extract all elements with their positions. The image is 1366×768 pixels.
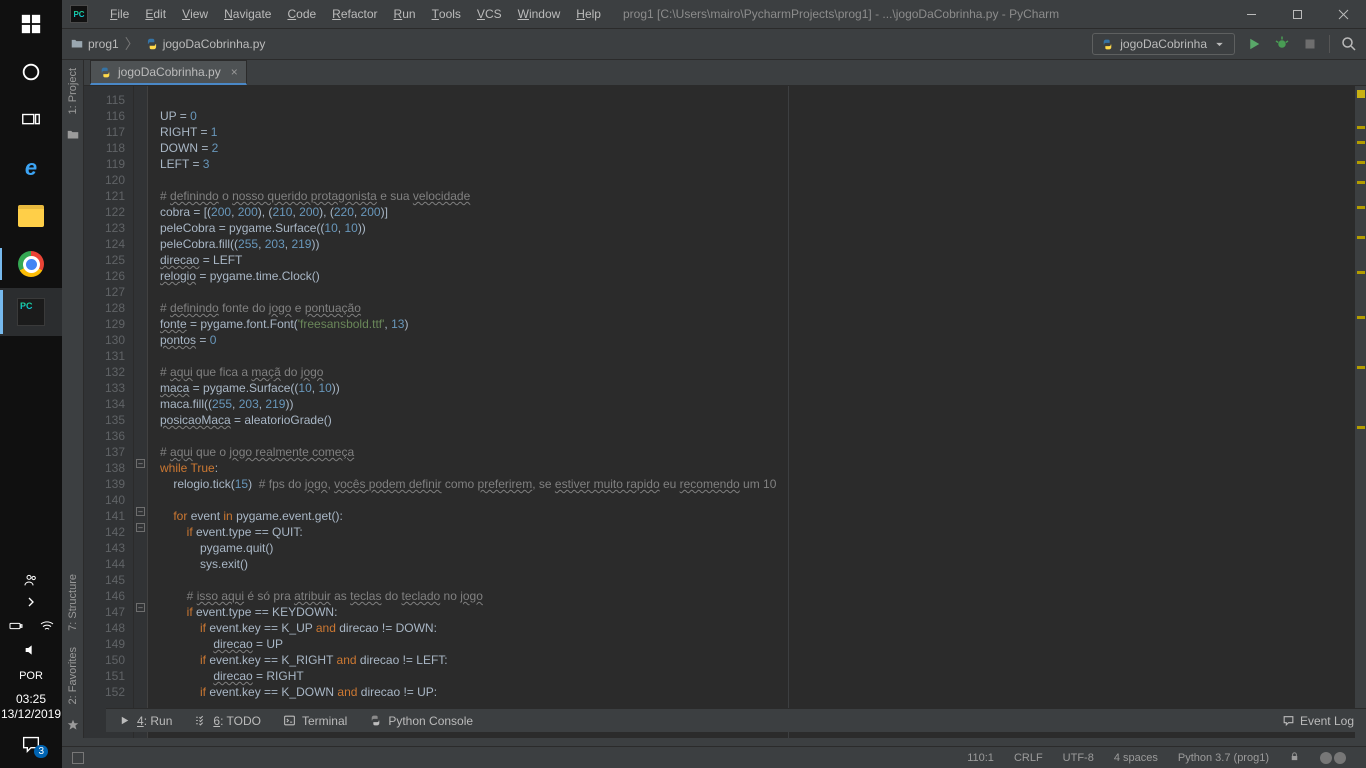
tool-event-log-label: Event Log: [1300, 714, 1354, 728]
taskbar-app-pycharm[interactable]: PC: [0, 288, 62, 336]
menu-navigate[interactable]: Navigate: [216, 0, 279, 28]
fold-gutter[interactable]: – – – –: [134, 86, 148, 738]
status-line-separator[interactable]: CRLF: [1004, 752, 1053, 764]
window-maximize-button[interactable]: [1274, 0, 1320, 28]
status-indent[interactable]: 4 spaces: [1104, 752, 1168, 764]
tray-time: 03:25: [1, 692, 61, 707]
taskbar-app-edge[interactable]: e: [0, 144, 62, 192]
menu-bar: PC FileEditViewNavigateCodeRefactorRunTo…: [62, 0, 1366, 28]
tool-window-toggle-icon[interactable]: [72, 752, 84, 764]
notification-badge: 3: [34, 745, 48, 758]
python-file-icon: [99, 66, 112, 79]
line-number-gutter[interactable]: 115 116 117 118 119 120 121 122 123 124 …: [84, 86, 134, 738]
window-minimize-button[interactable]: [1228, 0, 1274, 28]
tool-structure-tab[interactable]: 7: Structure: [67, 566, 79, 639]
status-caret-position[interactable]: 110:1: [957, 752, 1004, 764]
breadcrumb-separator-icon: 〉: [125, 34, 139, 54]
folder-icon: [70, 37, 84, 51]
run-configuration-selector[interactable]: jogoDaCobrinha: [1092, 33, 1235, 55]
tray-overflow-icon[interactable]: [23, 594, 39, 615]
menu-tools[interactable]: Tools: [424, 0, 469, 28]
menu-vcs[interactable]: VCS: [469, 0, 510, 28]
close-tab-icon[interactable]: ×: [231, 65, 238, 79]
status-bar: 110:1 CRLF UTF-8 4 spaces Python 3.7 (pr…: [62, 746, 1366, 768]
menu-code[interactable]: Code: [279, 0, 324, 28]
tool-event-log-tab[interactable]: Event Log: [1282, 714, 1354, 728]
breadcrumb-project-label: prog1: [88, 37, 119, 51]
run-configuration-label: jogoDaCobrinha: [1120, 37, 1207, 51]
start-button[interactable]: [0, 0, 62, 48]
tool-favorites-tab[interactable]: 2: Favorites: [67, 639, 79, 712]
navigation-bar: prog1 〉 jogoDaCobrinha.py jogoDaCobrinha: [62, 28, 1366, 60]
star-icon[interactable]: [66, 718, 80, 732]
breadcrumb-project[interactable]: prog1: [70, 37, 119, 51]
taskbar-app-explorer[interactable]: [0, 192, 62, 240]
tool-project-tab[interactable]: 1: Project: [67, 60, 79, 122]
status-interpreter[interactable]: Python 3.7 (prog1): [1168, 752, 1279, 764]
tool-run-tab[interactable]: 4: Run: [118, 714, 172, 728]
fold-toggle-icon[interactable]: –: [136, 459, 145, 468]
search-everywhere-button[interactable]: [1340, 35, 1358, 53]
menu-run[interactable]: Run: [386, 0, 424, 28]
status-readonly-lock-icon[interactable]: [1279, 751, 1310, 765]
python-icon: [369, 714, 382, 727]
breadcrumb-file[interactable]: jogoDaCobrinha.py: [145, 37, 266, 51]
tool-todo-tab[interactable]: 6: TODO: [194, 714, 261, 728]
window-close-button[interactable]: [1320, 0, 1366, 28]
toolbar-separator: [1329, 35, 1330, 53]
code-content[interactable]: UP = 0 RIGHT = 1 DOWN = 2 LEFT = 3 # def…: [148, 86, 1354, 738]
pycharm-window: PC FileEditViewNavigateCodeRefactorRunTo…: [62, 0, 1366, 768]
python-file-icon: [145, 37, 159, 51]
terminal-icon: [283, 714, 296, 727]
tray-volume-icon[interactable]: [23, 642, 39, 663]
checklist-icon: [194, 714, 207, 727]
status-inspections-widget[interactable]: [1310, 752, 1356, 764]
menu-edit[interactable]: Edit: [137, 0, 174, 28]
editor-tabs: jogoDaCobrinha.py ×: [84, 60, 1366, 86]
menu-file[interactable]: File: [102, 0, 137, 28]
fold-toggle-icon[interactable]: –: [136, 523, 145, 532]
tray-battery-icon[interactable]: [8, 618, 24, 639]
debug-button[interactable]: [1273, 35, 1291, 53]
cortana-button[interactable]: [0, 48, 62, 96]
tool-python-console-tab[interactable]: Python Console: [369, 714, 473, 728]
menu-help[interactable]: Help: [568, 0, 609, 28]
editor: jogoDaCobrinha.py × 115 116 117 118 119 …: [84, 60, 1366, 738]
task-view-button[interactable]: [0, 96, 62, 144]
fold-toggle-icon[interactable]: –: [136, 507, 145, 516]
stop-button[interactable]: [1301, 35, 1319, 53]
windows-taskbar: e PC POR 03:25 13/12/2019: [0, 0, 62, 768]
tray-language[interactable]: POR: [0, 664, 62, 688]
tray-wifi-icon[interactable]: [39, 618, 55, 639]
tray-people[interactable]: [0, 568, 62, 592]
left-tool-strip: 1: Project 7: Structure 2: Favorites: [62, 60, 84, 738]
menu-refactor[interactable]: Refactor: [324, 0, 385, 28]
run-button[interactable]: [1245, 35, 1263, 53]
right-margin-guide: [788, 86, 789, 738]
python-icon: [1101, 38, 1114, 51]
tray-date: 13/12/2019: [1, 707, 61, 722]
status-encoding[interactable]: UTF-8: [1053, 752, 1104, 764]
menu-window[interactable]: Window: [510, 0, 569, 28]
play-icon: [118, 714, 131, 727]
tool-python-console-label: Python Console: [388, 714, 473, 728]
breadcrumb-file-label: jogoDaCobrinha.py: [163, 37, 266, 51]
chat-bubble-icon: [1282, 714, 1295, 727]
taskbar-app-chrome[interactable]: [0, 240, 62, 288]
pycharm-logo-icon: PC: [70, 5, 88, 23]
tool-terminal-tab[interactable]: Terminal: [283, 714, 347, 728]
analysis-status-icon[interactable]: [1357, 90, 1365, 98]
window-title: prog1 [C:\Users\mairo\PycharmProjects\pr…: [623, 7, 1059, 21]
menu-view[interactable]: View: [174, 0, 216, 28]
error-stripe[interactable]: [1354, 86, 1366, 738]
folder-tool-icon[interactable]: [66, 128, 80, 142]
editor-tab-file[interactable]: jogoDaCobrinha.py ×: [90, 60, 247, 85]
chevron-down-icon: [1213, 38, 1226, 51]
editor-tab-label: jogoDaCobrinha.py: [118, 65, 221, 79]
bottom-tool-bar: 4: Run 6: TODO Terminal Python Console E…: [106, 708, 1366, 732]
tray-clock[interactable]: 03:25 13/12/2019: [1, 688, 61, 726]
fold-toggle-icon[interactable]: –: [136, 603, 145, 612]
tool-terminal-label: Terminal: [302, 714, 347, 728]
action-center-button[interactable]: 3: [0, 726, 62, 762]
